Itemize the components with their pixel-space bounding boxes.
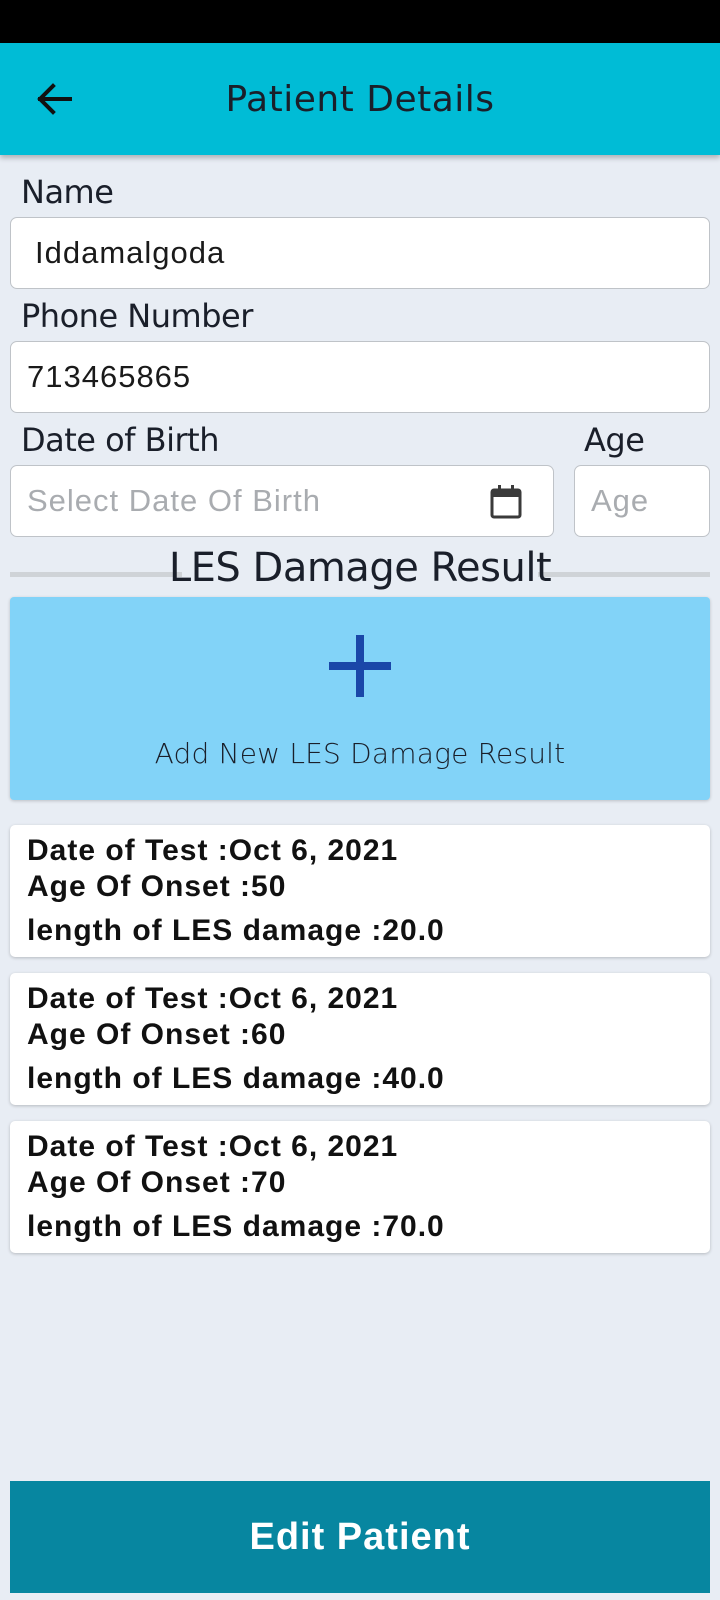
result-date: Date of Test :Oct 6, 2021	[27, 834, 399, 867]
name-value: Iddamalgoda	[35, 235, 226, 270]
result-card[interactable]: Date of Test :Oct 6, 2021 Age Of Onset :…	[10, 1121, 710, 1253]
page-title: Patient Details	[225, 78, 495, 120]
result-card[interactable]: Date of Test :Oct 6, 2021 Age Of Onset :…	[10, 825, 710, 957]
edit-patient-button[interactable]: Edit Patient	[10, 1481, 710, 1593]
result-date: Date of Test :Oct 6, 2021	[27, 982, 399, 1015]
app-bar: Patient Details	[0, 43, 720, 155]
phone-value: 713465865	[27, 359, 192, 394]
result-date: Date of Test :Oct 6, 2021	[27, 1130, 399, 1163]
arrow-left-icon	[37, 83, 72, 115]
age-placeholder: Age	[591, 483, 650, 518]
phone-label: Phone Number	[21, 297, 253, 335]
result-card[interactable]: Date of Test :Oct 6, 2021 Age Of Onset :…	[10, 973, 710, 1105]
age-field[interactable]: Age	[574, 465, 710, 537]
add-result-label: Add New LES Damage Result	[154, 737, 566, 770]
dob-label: Date of Birth	[21, 421, 220, 459]
dob-field[interactable]: Select Date Of Birth	[10, 465, 554, 537]
result-length: length of LES damage :20.0	[27, 914, 445, 947]
section-title: LES Damage Result	[168, 545, 552, 591]
plus-icon	[329, 635, 391, 697]
result-onset: Age Of Onset :50	[27, 870, 287, 903]
result-length: length of LES damage :40.0	[27, 1062, 445, 1095]
phone-field[interactable]: 713465865	[10, 341, 710, 413]
result-onset: Age Of Onset :60	[27, 1018, 287, 1051]
status-bar	[0, 0, 720, 43]
back-button[interactable]	[26, 71, 82, 127]
name-field[interactable]: Iddamalgoda	[10, 217, 710, 289]
calendar-icon[interactable]	[489, 484, 523, 520]
add-result-button[interactable]: Add New LES Damage Result	[10, 597, 710, 800]
name-label: Name	[21, 173, 114, 211]
result-length: length of LES damage :70.0	[27, 1210, 445, 1243]
age-label: Age	[584, 421, 645, 459]
dob-placeholder: Select Date Of Birth	[27, 483, 321, 518]
result-onset: Age Of Onset :70	[27, 1166, 287, 1199]
